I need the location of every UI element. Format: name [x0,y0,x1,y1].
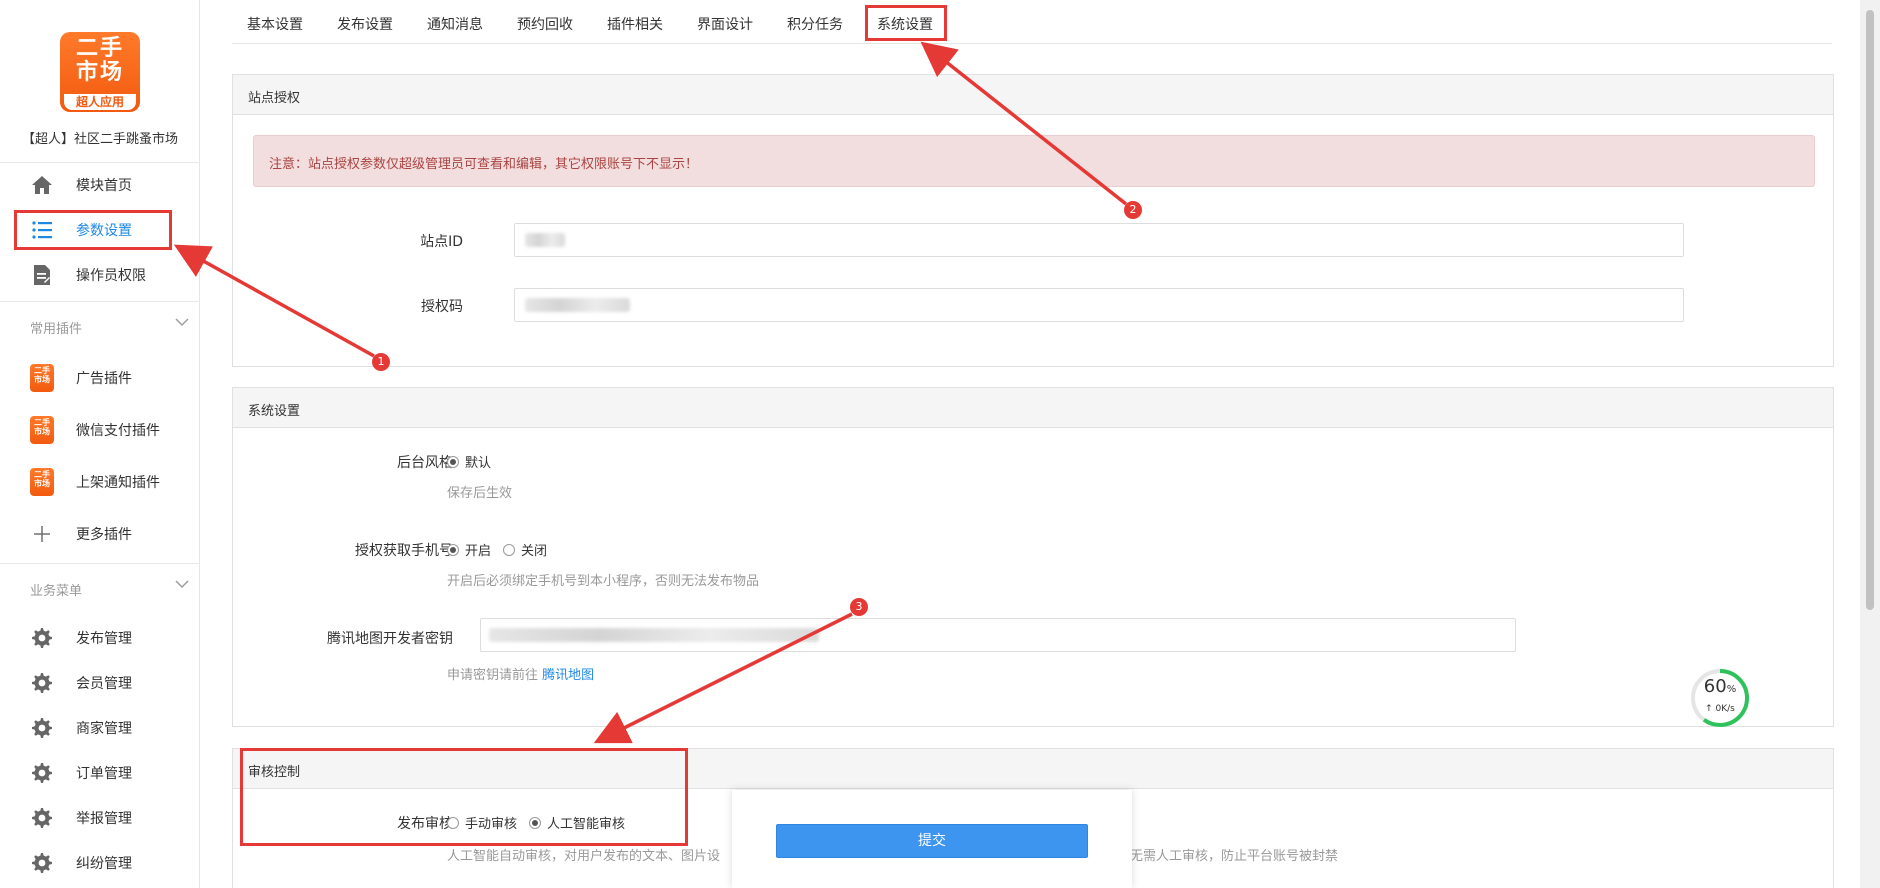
annotation-badge-1: 1 [372,353,390,371]
annotation-badge-3: 3 [850,598,868,616]
app-root: 二手 市场 超人应用 【超人】社区二手跳蚤市场 模块首页 参数设置 操作员权限 … [0,0,1880,888]
annotation-arrows [173,41,1128,744]
annotation-badge-2: 2 [1124,201,1142,219]
